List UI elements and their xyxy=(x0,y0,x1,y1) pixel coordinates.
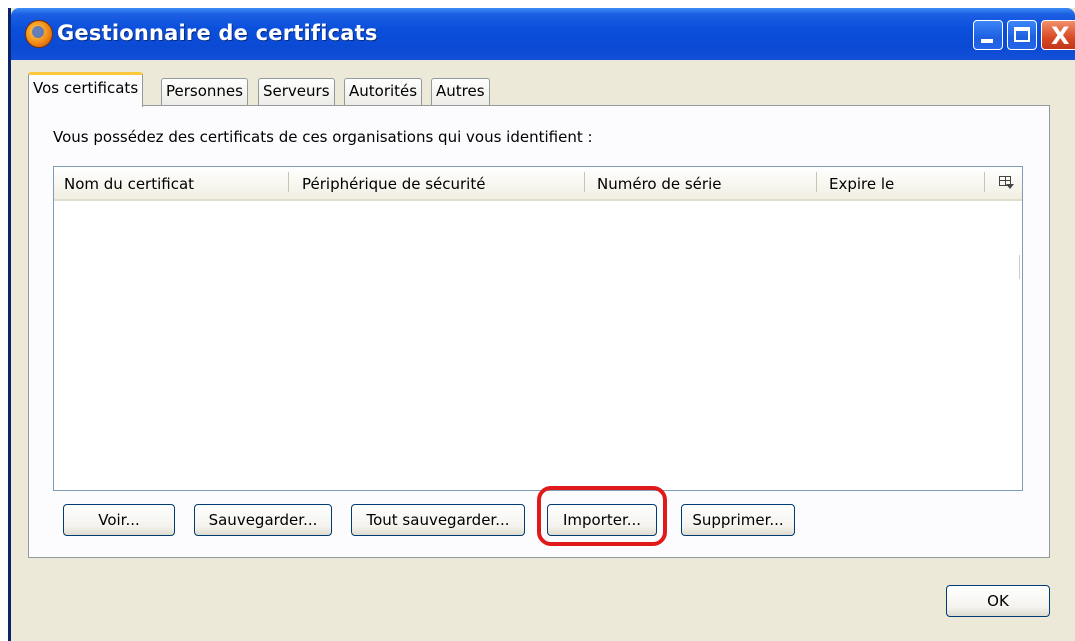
column-separator[interactable] xyxy=(584,172,585,192)
tree-edge-line xyxy=(1019,255,1020,279)
close-button[interactable]: X xyxy=(1041,20,1075,50)
tab-autorites[interactable]: Autorités xyxy=(344,78,423,106)
column-separator[interactable] xyxy=(984,172,985,192)
maximize-icon xyxy=(1014,27,1030,42)
tab-autres[interactable]: Autres xyxy=(431,78,490,106)
tab-vos-certificats[interactable]: Vos certificats xyxy=(28,72,144,107)
panel-description: Vous possédez des certificats de ces org… xyxy=(53,128,593,146)
column-header-security-device[interactable]: Périphérique de sécurité xyxy=(302,175,485,193)
minimize-icon xyxy=(981,39,993,43)
column-header-certificate-name[interactable]: Nom du certificat xyxy=(64,175,194,193)
column-header-serial-number[interactable]: Numéro de série xyxy=(597,175,721,193)
tab-panel: Vous possédez des certificats de ces org… xyxy=(28,105,1050,558)
backup-all-button[interactable]: Tout sauvegarder... xyxy=(351,504,525,536)
import-highlight-annotation xyxy=(537,486,667,546)
window-title: Gestionnaire de certificats xyxy=(57,21,378,45)
tab-personnes[interactable]: Personnes xyxy=(161,78,248,106)
view-button[interactable]: Voir... xyxy=(63,504,175,536)
firefox-app-icon xyxy=(25,20,53,48)
close-icon: X xyxy=(1051,22,1070,50)
minimize-button[interactable] xyxy=(973,20,1003,50)
tab-serveurs[interactable]: Serveurs xyxy=(258,78,335,106)
column-separator[interactable] xyxy=(816,172,817,192)
column-picker-icon[interactable] xyxy=(998,174,1014,190)
maximize-button[interactable] xyxy=(1007,20,1037,50)
certificate-tree[interactable]: Nom du certificat Périphérique de sécuri… xyxy=(53,166,1023,491)
backup-button[interactable]: Sauvegarder... xyxy=(194,504,332,536)
delete-button[interactable]: Supprimer... xyxy=(681,504,795,536)
column-separator[interactable] xyxy=(288,172,289,192)
ok-button[interactable]: OK xyxy=(946,585,1050,617)
title-bar[interactable]: Gestionnaire de certificats X xyxy=(11,8,1075,60)
column-header-expires[interactable]: Expire le xyxy=(829,175,894,193)
tree-header: Nom du certificat Périphérique de sécuri… xyxy=(54,167,1022,201)
